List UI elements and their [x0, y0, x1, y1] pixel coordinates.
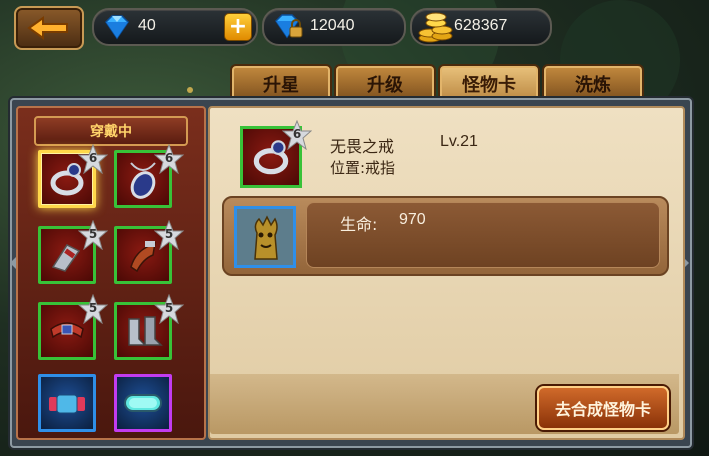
dumbbell-icon: [49, 394, 85, 414]
compose-monster-card-button[interactable]: 去合成怪物卡: [537, 386, 669, 430]
star-badge: 6: [153, 143, 185, 175]
item-position: 位置:戒指: [330, 159, 396, 177]
star-badge: 5: [77, 219, 109, 251]
monster-card-slot[interactable]: [234, 206, 296, 268]
star-badge: 6: [77, 143, 109, 175]
tree-monster-icon: [254, 215, 278, 260]
gem-count: 40: [138, 17, 156, 34]
gold-count: 628367: [454, 17, 508, 34]
equip-slot-dumbbell[interactable]: [38, 374, 96, 432]
star-badge: 6: [281, 119, 313, 151]
stat-value: 970: [399, 211, 426, 228]
gem-counter: 40 +: [92, 8, 258, 46]
diamond-icon: [105, 15, 129, 40]
star-badge: 5: [153, 219, 185, 251]
top-bar: 40 + 12040 628367: [0, 0, 709, 52]
add-gems-button[interactable]: +: [224, 13, 252, 41]
equip-slot-goggles[interactable]: [114, 374, 172, 432]
star-badge: 5: [77, 293, 109, 325]
stat-label: 生命:: [340, 215, 378, 234]
item-name: 无畏之戒: [330, 137, 395, 156]
gold-coins-icon: [418, 12, 453, 43]
item-level: Lv.21: [440, 133, 478, 150]
back-button[interactable]: [14, 6, 84, 50]
locked-diamond-icon: [275, 14, 303, 39]
locked-gem-count: 12040: [310, 17, 355, 34]
star-badge: 5: [153, 293, 185, 325]
back-arrow-icon: [27, 16, 68, 40]
equipped-header: 穿戴中: [34, 116, 188, 146]
goggles-icon: [124, 394, 162, 412]
locked-gem-counter: 12040: [262, 8, 406, 46]
gold-counter: 628367: [410, 8, 552, 46]
